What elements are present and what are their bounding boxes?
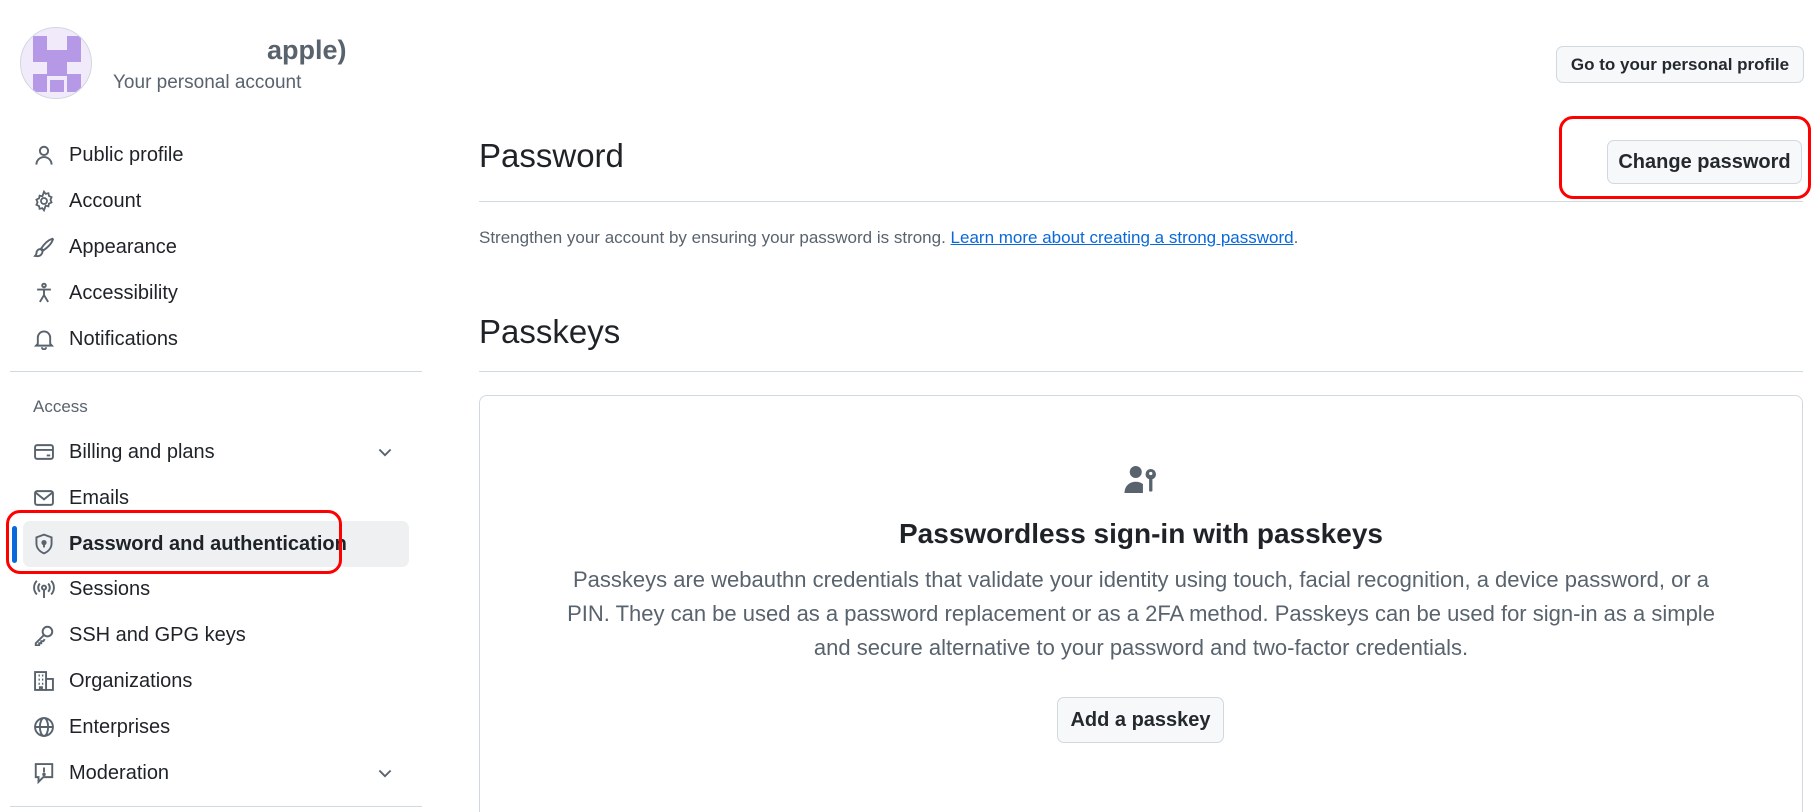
account-subtitle: Your personal account xyxy=(113,72,302,93)
sidebar-item-public-profile[interactable]: Public profile xyxy=(23,132,409,178)
passkeys-divider xyxy=(479,371,1803,372)
password-description-text: Strengthen your account by ensuring your… xyxy=(479,228,946,247)
sidebar-item-password-authentication[interactable]: Password and authentication xyxy=(23,521,409,567)
sidebar-item-account[interactable]: Account xyxy=(23,178,409,224)
mail-icon xyxy=(23,475,65,521)
sidebar-item-label: Appearance xyxy=(69,235,177,258)
chevron-down-icon[interactable] xyxy=(375,763,395,783)
sidebar-item-label: Billing and plans xyxy=(69,440,215,463)
settings-page: apple) Your personal account Go to your … xyxy=(0,0,1817,812)
sidebar-section-access: Access xyxy=(33,397,88,416)
password-heading: Password xyxy=(479,137,624,174)
sidebar-item-accessibility[interactable]: Accessibility xyxy=(23,270,409,316)
sidebar-item-organizations[interactable]: Organizations xyxy=(23,658,409,704)
sidebar-item-label: SSH and GPG keys xyxy=(69,623,246,646)
sidebar-item-label: Password and authentication xyxy=(69,532,347,555)
credit-card-icon xyxy=(23,429,65,475)
passkeys-empty-title: Passwordless sign-in with passkeys xyxy=(899,518,1383,549)
sidebar-item-label: Organizations xyxy=(69,669,193,692)
sidebar-item-label: Account xyxy=(69,189,142,212)
change-password-button[interactable]: Change password xyxy=(1607,140,1802,184)
sidebar-item-appearance[interactable]: Appearance xyxy=(23,224,409,270)
globe-icon xyxy=(23,704,65,750)
password-description-period: . xyxy=(1293,228,1299,247)
sidebar-item-label: Public profile xyxy=(69,143,184,166)
organization-icon xyxy=(23,658,65,704)
sidebar-item-ssh-gpg-keys[interactable]: SSH and GPG keys xyxy=(23,612,409,658)
person-icon xyxy=(23,132,65,178)
sidebar-item-sessions[interactable]: Sessions xyxy=(23,566,409,612)
passkeys-heading: Passkeys xyxy=(479,313,621,350)
sidebar-divider xyxy=(10,806,422,807)
sidebar-item-label: Notifications xyxy=(69,327,178,350)
sidebar-item-label: Moderation xyxy=(69,761,170,784)
gear-icon xyxy=(23,178,65,224)
avatar[interactable] xyxy=(20,27,92,99)
chevron-down-icon[interactable] xyxy=(375,442,395,462)
sidebar-item-label: Enterprises xyxy=(69,715,171,738)
sidebar-item-moderation[interactable]: Moderation xyxy=(23,750,409,796)
broadcast-icon xyxy=(23,566,65,612)
add-passkey-button[interactable]: Add a passkey xyxy=(1057,697,1224,743)
active-indicator xyxy=(12,526,17,563)
passkeys-empty-description: Passkeys are webauthn credentials that v… xyxy=(567,567,1715,660)
account-name: apple) xyxy=(267,35,347,65)
sidebar-item-billing[interactable]: Billing and plans xyxy=(23,429,409,475)
sidebar-item-notifications[interactable]: Notifications xyxy=(23,316,409,362)
accessibility-icon xyxy=(23,270,65,316)
password-description: Strengthen your account by ensuring your… xyxy=(479,228,1298,248)
shield-lock-icon xyxy=(23,521,65,567)
sidebar-item-label: Emails xyxy=(69,486,130,509)
sidebar-item-emails[interactable]: Emails xyxy=(23,475,409,521)
sidebar-item-label: Accessibility xyxy=(69,281,178,304)
paintbrush-icon xyxy=(23,224,65,270)
password-divider xyxy=(479,201,1803,202)
sidebar-item-enterprises[interactable]: Enterprises xyxy=(23,704,409,750)
sidebar-divider xyxy=(10,371,422,372)
sidebar-item-label: Sessions xyxy=(69,577,151,600)
key-icon xyxy=(23,612,65,658)
go-to-profile-button[interactable]: Go to your personal profile xyxy=(1556,46,1804,83)
passkey-icon xyxy=(1124,466,1156,493)
bell-icon xyxy=(23,316,65,362)
report-icon xyxy=(23,750,65,796)
strong-password-link[interactable]: Learn more about creating a strong passw… xyxy=(951,228,1294,247)
